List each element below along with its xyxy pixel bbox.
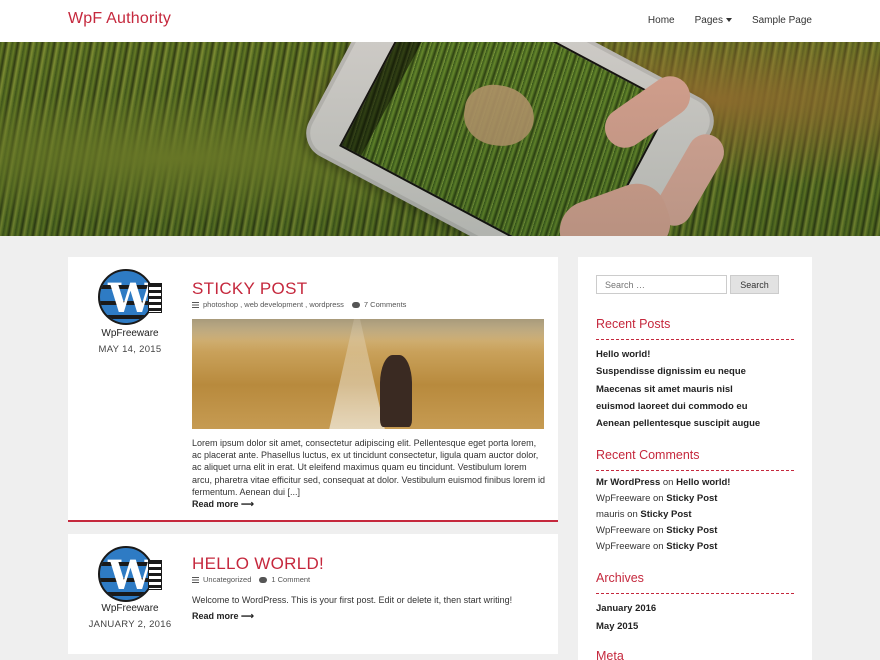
post-date: JANUARY 2, 2016: [88, 619, 172, 630]
category-icon: [192, 576, 199, 583]
post-title[interactable]: STICKY POST: [192, 279, 307, 299]
search-form: Search: [596, 275, 779, 294]
divider: [596, 339, 794, 340]
site-title[interactable]: WpF Authority: [68, 10, 171, 28]
sidebar: Search Recent Posts Hello world! Suspend…: [578, 257, 812, 660]
comment-post-link[interactable]: Sticky Post: [666, 541, 717, 552]
recent-comment: WpFreeware on Sticky Post: [596, 541, 718, 552]
divider: [596, 470, 794, 471]
archives-title: Archives: [596, 571, 644, 585]
read-more-link[interactable]: Read more ⟶: [192, 499, 254, 510]
post-comments-link[interactable]: 1 Comment: [271, 575, 310, 584]
post-comments-link[interactable]: 7 Comments: [364, 300, 407, 309]
recent-comment: WpFreeware on Sticky Post: [596, 493, 718, 504]
comment-author: mauris: [596, 509, 625, 520]
recent-post-link[interactable]: Aenean pellentesque suscipit augue: [596, 418, 760, 429]
comment-icon: [351, 301, 360, 308]
post-meta: photoshop , web development , wordpress …: [192, 300, 406, 309]
comment-post-link[interactable]: Sticky Post: [666, 493, 717, 504]
post-excerpt: Lorem ipsum dolor sit amet, consectetur …: [192, 438, 546, 497]
person-figure: [380, 355, 412, 427]
comment-author-link[interactable]: Mr WordPress: [596, 477, 660, 488]
recent-post-link[interactable]: Maecenas sit amet mauris nisl: [596, 384, 733, 395]
wp-logo-icon: W: [108, 275, 153, 322]
nav-pages-label: Pages: [694, 15, 723, 26]
comment-icon: [259, 576, 268, 583]
post-author[interactable]: WpFreeware: [68, 603, 192, 614]
recent-posts-title: Recent Posts: [596, 317, 671, 331]
recent-comment: WpFreeware on Sticky Post: [596, 525, 718, 536]
comment-author: WpFreeware: [596, 525, 651, 536]
site-header: WpF Authority Home Pages Sample Page: [0, 0, 880, 42]
recent-post-link[interactable]: Suspendisse dignissim eu neque: [596, 366, 746, 377]
nav-pages[interactable]: Pages: [695, 15, 732, 26]
wp-logo-icon: W: [108, 552, 153, 599]
post-date: MAY 14, 2015: [98, 344, 162, 355]
post-categories[interactable]: photoshop , web development , wordpress: [203, 300, 344, 309]
search-button[interactable]: Search: [730, 275, 779, 294]
comment-post-link[interactable]: Sticky Post: [666, 525, 717, 536]
meta-title: Meta: [596, 649, 624, 660]
comment-author: WpFreeware: [596, 493, 651, 504]
nav-sample-page[interactable]: Sample Page: [752, 15, 812, 26]
search-input[interactable]: [596, 275, 727, 294]
archive-link[interactable]: January 2016: [596, 603, 656, 614]
header-image: [0, 42, 880, 236]
comment-post-link[interactable]: Hello world!: [676, 477, 730, 488]
recent-post-link[interactable]: euismod laoreet dui commodo eu: [596, 401, 748, 412]
recent-comment: mauris on Sticky Post: [596, 509, 692, 520]
post-author[interactable]: WpFreeware: [68, 328, 192, 339]
post-card-hello-world: W WpFreeware JANUARY 2, 2016 HELLO WORLD…: [68, 534, 558, 654]
chevron-down-icon: [725, 18, 732, 23]
post-title[interactable]: HELLO WORLD!: [192, 554, 324, 574]
nav-home[interactable]: Home: [648, 15, 675, 26]
recent-post-link[interactable]: Hello world!: [596, 349, 650, 360]
avatar[interactable]: W: [98, 546, 162, 604]
read-more-link[interactable]: Read more ⟶: [192, 611, 254, 622]
comment-author: WpFreeware: [596, 541, 651, 552]
divider: [596, 593, 794, 594]
post-meta: Uncategorized 1 Comment: [192, 575, 310, 584]
recent-comments-title: Recent Comments: [596, 448, 700, 462]
post-categories[interactable]: Uncategorized: [203, 575, 251, 584]
category-icon: [192, 301, 199, 308]
main-nav: Home Pages Sample Page: [648, 15, 812, 26]
recent-comment: Mr WordPress on Hello world!: [596, 477, 731, 488]
featured-image[interactable]: [192, 319, 544, 429]
post-excerpt: Welcome to WordPress. This is your first…: [192, 595, 513, 605]
comment-post-link[interactable]: Sticky Post: [640, 509, 691, 520]
post-card-sticky: W WpFreeware MAY 14, 2015 STICKY POST ph…: [68, 257, 558, 522]
avatar[interactable]: W: [98, 269, 162, 327]
archive-link[interactable]: May 2015: [596, 621, 638, 632]
